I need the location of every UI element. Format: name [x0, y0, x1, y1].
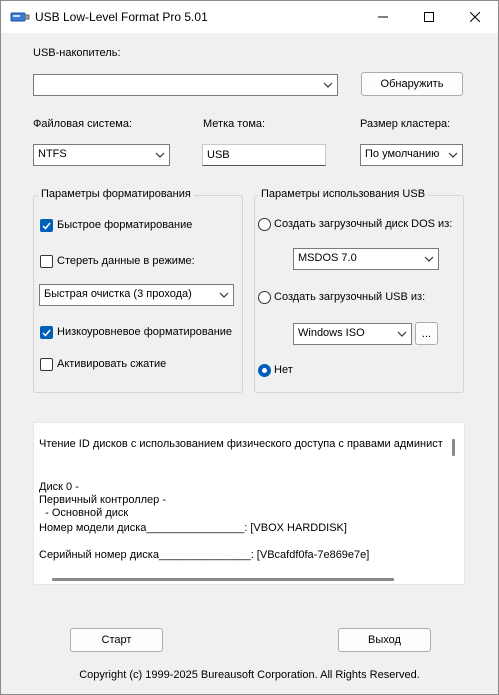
minimize-icon [378, 16, 388, 18]
chevron-down-icon [424, 256, 434, 262]
horizontal-scrollbar-thumb[interactable] [52, 578, 394, 581]
window-title: USB Low-Level Format Pro 5.01 [35, 10, 208, 24]
minimize-button[interactable] [360, 1, 406, 33]
usb-drive-icon [10, 12, 30, 22]
checkmark-icon [42, 329, 51, 337]
cluster-size-select[interactable]: По умолчанию [360, 144, 463, 166]
compression-checkbox[interactable] [40, 358, 53, 371]
maximize-icon [424, 12, 434, 22]
log-output[interactable]: Чтение ID дисков с использованием физиче… [33, 422, 465, 585]
compression-label: Активировать сжатие [57, 358, 167, 370]
erase-mode-value: Быстрая очистка (3 прохода) [44, 288, 192, 300]
dos-boot-radio[interactable] [258, 218, 271, 231]
volume-label-value: USB [207, 149, 230, 161]
log-line: Серийный номер диска_______________: [VB… [39, 549, 370, 561]
chevron-down-icon [323, 82, 333, 88]
cluster-size-label: Размер кластера: [360, 118, 451, 130]
log-line: Номер модели диска________________: [VBO… [39, 522, 347, 534]
filesystem-select[interactable]: NTFS [33, 144, 170, 166]
format-params-title: Параметры форматирования [38, 188, 194, 200]
usb-drive-select[interactable] [33, 74, 338, 96]
browse-button[interactable]: ... [415, 322, 438, 345]
filesystem-label: Файловая система: [33, 118, 133, 130]
vertical-scrollbar-thumb[interactable] [452, 439, 455, 456]
copyright-text: Copyright (c) 1999-2025 Bureausoft Corpo… [79, 669, 420, 681]
volume-label-input[interactable]: USB [202, 144, 326, 166]
start-button[interactable]: Старт [70, 628, 163, 652]
none-radio[interactable] [258, 364, 271, 377]
low-level-format-label: Низкоуровневое форматирование [57, 326, 233, 338]
filesystem-value: NTFS [38, 148, 67, 160]
chevron-down-icon [155, 152, 165, 158]
detect-button[interactable]: Обнаружить [361, 72, 463, 96]
quick-format-label: Быстрое форматирование [57, 219, 193, 231]
dos-version-value: MSDOS 7.0 [298, 252, 357, 264]
main-window: USB Low-Level Format Pro 5.01 USB-накопи… [0, 0, 499, 695]
chevron-down-icon [397, 331, 407, 337]
log-line: Первичный контроллер - [39, 494, 166, 506]
usb-boot-label: Создать загрузочный USB из: [274, 291, 426, 303]
log-line: - Основной диск [39, 507, 129, 519]
chevron-down-icon [448, 152, 458, 158]
exit-button[interactable]: Выход [338, 628, 431, 652]
chevron-down-icon [219, 292, 229, 298]
usb-image-value: Windows ISO [298, 327, 365, 339]
low-level-format-checkbox[interactable] [40, 326, 53, 339]
dos-boot-label: Создать загрузочный диск DOS из: [274, 218, 453, 230]
quick-format-checkbox[interactable] [40, 219, 53, 232]
checkmark-icon [42, 222, 51, 230]
close-button[interactable] [452, 1, 498, 33]
maximize-button[interactable] [406, 1, 452, 33]
log-line: Диск 0 - [39, 481, 79, 493]
erase-mode-checkbox[interactable] [40, 255, 53, 268]
log-line: Чтение ID дисков с использованием физиче… [39, 438, 443, 450]
title-bar[interactable]: USB Low-Level Format Pro 5.01 [1, 1, 498, 33]
erase-mode-label: Стереть данные в режиме: [57, 255, 195, 267]
usb-params-title: Параметры использования USB [258, 188, 429, 200]
cluster-size-value: По умолчанию [365, 148, 440, 160]
close-icon [470, 12, 480, 22]
volume-label-label: Метка тома: [203, 118, 266, 130]
dos-version-select[interactable]: MSDOS 7.0 [293, 248, 439, 270]
usb-drive-label: USB-накопитель: [33, 47, 121, 59]
usb-boot-radio[interactable] [258, 291, 271, 304]
usb-image-select[interactable]: Windows ISO [293, 323, 412, 345]
erase-mode-select[interactable]: Быстрая очистка (3 прохода) [39, 284, 234, 306]
none-label: Нет [274, 364, 293, 376]
